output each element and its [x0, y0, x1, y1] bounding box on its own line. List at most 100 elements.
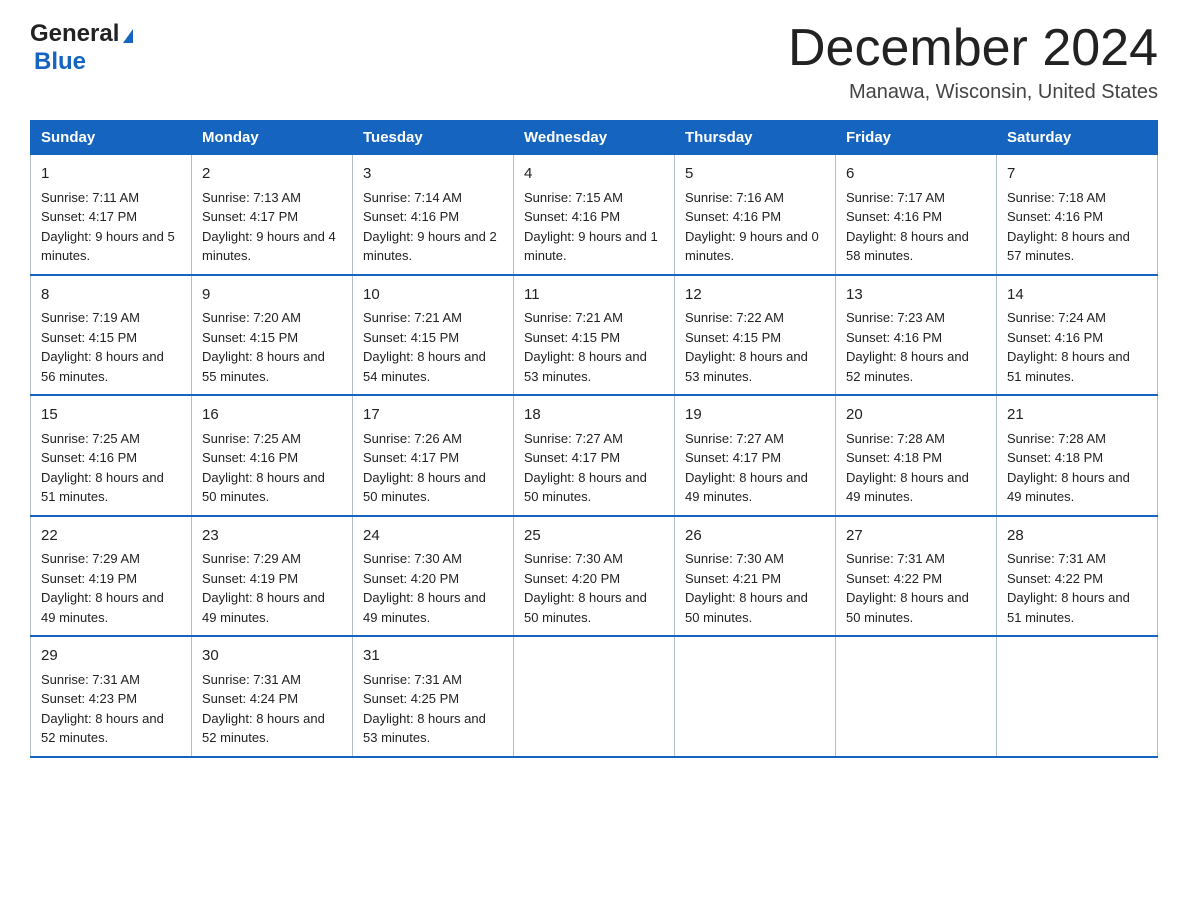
col-friday: Friday	[836, 121, 997, 155]
day-info: Sunrise: 7:27 AMSunset: 4:17 PMDaylight:…	[685, 431, 808, 505]
day-info: Sunrise: 7:25 AMSunset: 4:16 PMDaylight:…	[41, 431, 164, 505]
logo: General Blue	[30, 20, 133, 76]
day-info: Sunrise: 7:31 AMSunset: 4:22 PMDaylight:…	[1007, 551, 1130, 625]
day-info: Sunrise: 7:24 AMSunset: 4:16 PMDaylight:…	[1007, 310, 1130, 384]
table-row: 5 Sunrise: 7:16 AMSunset: 4:16 PMDayligh…	[675, 155, 836, 275]
day-info: Sunrise: 7:19 AMSunset: 4:15 PMDaylight:…	[41, 310, 164, 384]
day-info: Sunrise: 7:15 AMSunset: 4:16 PMDaylight:…	[524, 190, 658, 264]
day-number: 8	[41, 284, 181, 307]
table-row	[836, 636, 997, 757]
title-block: December 2024 Manawa, Wisconsin, United …	[788, 20, 1158, 104]
table-row: 16 Sunrise: 7:25 AMSunset: 4:16 PMDaylig…	[192, 395, 353, 516]
day-number: 29	[41, 645, 181, 668]
table-row: 29 Sunrise: 7:31 AMSunset: 4:23 PMDaylig…	[31, 636, 192, 757]
day-number: 23	[202, 525, 342, 548]
day-number: 11	[524, 284, 664, 307]
day-info: Sunrise: 7:14 AMSunset: 4:16 PMDaylight:…	[363, 190, 497, 264]
table-row: 18 Sunrise: 7:27 AMSunset: 4:17 PMDaylig…	[514, 395, 675, 516]
day-info: Sunrise: 7:28 AMSunset: 4:18 PMDaylight:…	[846, 431, 969, 505]
day-number: 7	[1007, 163, 1147, 186]
day-number: 20	[846, 404, 986, 427]
day-number: 2	[202, 163, 342, 186]
day-info: Sunrise: 7:30 AMSunset: 4:20 PMDaylight:…	[363, 551, 486, 625]
day-number: 14	[1007, 284, 1147, 307]
col-wednesday: Wednesday	[514, 121, 675, 155]
table-row: 3 Sunrise: 7:14 AMSunset: 4:16 PMDayligh…	[353, 155, 514, 275]
day-number: 10	[363, 284, 503, 307]
table-row	[997, 636, 1158, 757]
day-number: 21	[1007, 404, 1147, 427]
table-row	[514, 636, 675, 757]
table-row: 9 Sunrise: 7:20 AMSunset: 4:15 PMDayligh…	[192, 275, 353, 396]
month-title: December 2024	[788, 20, 1158, 77]
day-info: Sunrise: 7:18 AMSunset: 4:16 PMDaylight:…	[1007, 190, 1130, 264]
day-info: Sunrise: 7:25 AMSunset: 4:16 PMDaylight:…	[202, 431, 325, 505]
day-info: Sunrise: 7:31 AMSunset: 4:24 PMDaylight:…	[202, 672, 325, 746]
day-info: Sunrise: 7:21 AMSunset: 4:15 PMDaylight:…	[524, 310, 647, 384]
day-info: Sunrise: 7:30 AMSunset: 4:20 PMDaylight:…	[524, 551, 647, 625]
day-info: Sunrise: 7:31 AMSunset: 4:25 PMDaylight:…	[363, 672, 486, 746]
location-title: Manawa, Wisconsin, United States	[788, 81, 1158, 104]
day-number: 13	[846, 284, 986, 307]
day-info: Sunrise: 7:11 AMSunset: 4:17 PMDaylight:…	[41, 190, 175, 264]
table-row: 17 Sunrise: 7:26 AMSunset: 4:17 PMDaylig…	[353, 395, 514, 516]
day-info: Sunrise: 7:29 AMSunset: 4:19 PMDaylight:…	[41, 551, 164, 625]
day-number: 24	[363, 525, 503, 548]
day-info: Sunrise: 7:17 AMSunset: 4:16 PMDaylight:…	[846, 190, 969, 264]
day-info: Sunrise: 7:31 AMSunset: 4:22 PMDaylight:…	[846, 551, 969, 625]
day-number: 28	[1007, 525, 1147, 548]
table-row: 1 Sunrise: 7:11 AMSunset: 4:17 PMDayligh…	[31, 155, 192, 275]
table-row: 13 Sunrise: 7:23 AMSunset: 4:16 PMDaylig…	[836, 275, 997, 396]
day-number: 3	[363, 163, 503, 186]
col-sunday: Sunday	[31, 121, 192, 155]
page-header: General Blue December 2024 Manawa, Wisco…	[30, 20, 1158, 104]
day-info: Sunrise: 7:30 AMSunset: 4:21 PMDaylight:…	[685, 551, 808, 625]
day-number: 26	[685, 525, 825, 548]
table-row: 25 Sunrise: 7:30 AMSunset: 4:20 PMDaylig…	[514, 516, 675, 637]
table-row: 6 Sunrise: 7:17 AMSunset: 4:16 PMDayligh…	[836, 155, 997, 275]
day-number: 25	[524, 525, 664, 548]
day-number: 19	[685, 404, 825, 427]
day-number: 15	[41, 404, 181, 427]
table-row: 10 Sunrise: 7:21 AMSunset: 4:15 PMDaylig…	[353, 275, 514, 396]
table-row: 14 Sunrise: 7:24 AMSunset: 4:16 PMDaylig…	[997, 275, 1158, 396]
day-info: Sunrise: 7:16 AMSunset: 4:16 PMDaylight:…	[685, 190, 819, 264]
logo-blue-text: Blue	[34, 48, 86, 75]
table-row: 22 Sunrise: 7:29 AMSunset: 4:19 PMDaylig…	[31, 516, 192, 637]
day-number: 18	[524, 404, 664, 427]
col-saturday: Saturday	[997, 121, 1158, 155]
day-number: 17	[363, 404, 503, 427]
day-number: 16	[202, 404, 342, 427]
table-row: 7 Sunrise: 7:18 AMSunset: 4:16 PMDayligh…	[997, 155, 1158, 275]
table-row: 11 Sunrise: 7:21 AMSunset: 4:15 PMDaylig…	[514, 275, 675, 396]
logo-triangle-icon	[123, 29, 133, 43]
day-number: 4	[524, 163, 664, 186]
day-number: 9	[202, 284, 342, 307]
day-number: 27	[846, 525, 986, 548]
table-row: 4 Sunrise: 7:15 AMSunset: 4:16 PMDayligh…	[514, 155, 675, 275]
table-row: 12 Sunrise: 7:22 AMSunset: 4:15 PMDaylig…	[675, 275, 836, 396]
day-info: Sunrise: 7:27 AMSunset: 4:17 PMDaylight:…	[524, 431, 647, 505]
table-row: 20 Sunrise: 7:28 AMSunset: 4:18 PMDaylig…	[836, 395, 997, 516]
day-number: 30	[202, 645, 342, 668]
table-row: 23 Sunrise: 7:29 AMSunset: 4:19 PMDaylig…	[192, 516, 353, 637]
col-thursday: Thursday	[675, 121, 836, 155]
calendar-week-row: 29 Sunrise: 7:31 AMSunset: 4:23 PMDaylig…	[31, 636, 1158, 757]
table-row	[675, 636, 836, 757]
logo-general-text: General	[30, 20, 119, 48]
day-info: Sunrise: 7:26 AMSunset: 4:17 PMDaylight:…	[363, 431, 486, 505]
col-tuesday: Tuesday	[353, 121, 514, 155]
day-info: Sunrise: 7:28 AMSunset: 4:18 PMDaylight:…	[1007, 431, 1130, 505]
calendar-week-row: 22 Sunrise: 7:29 AMSunset: 4:19 PMDaylig…	[31, 516, 1158, 637]
table-row: 27 Sunrise: 7:31 AMSunset: 4:22 PMDaylig…	[836, 516, 997, 637]
calendar-week-row: 1 Sunrise: 7:11 AMSunset: 4:17 PMDayligh…	[31, 155, 1158, 275]
day-number: 5	[685, 163, 825, 186]
table-row: 28 Sunrise: 7:31 AMSunset: 4:22 PMDaylig…	[997, 516, 1158, 637]
table-row: 30 Sunrise: 7:31 AMSunset: 4:24 PMDaylig…	[192, 636, 353, 757]
table-row: 24 Sunrise: 7:30 AMSunset: 4:20 PMDaylig…	[353, 516, 514, 637]
table-row: 2 Sunrise: 7:13 AMSunset: 4:17 PMDayligh…	[192, 155, 353, 275]
table-row: 15 Sunrise: 7:25 AMSunset: 4:16 PMDaylig…	[31, 395, 192, 516]
calendar-table: Sunday Monday Tuesday Wednesday Thursday…	[30, 120, 1158, 758]
calendar-week-row: 8 Sunrise: 7:19 AMSunset: 4:15 PMDayligh…	[31, 275, 1158, 396]
day-info: Sunrise: 7:22 AMSunset: 4:15 PMDaylight:…	[685, 310, 808, 384]
